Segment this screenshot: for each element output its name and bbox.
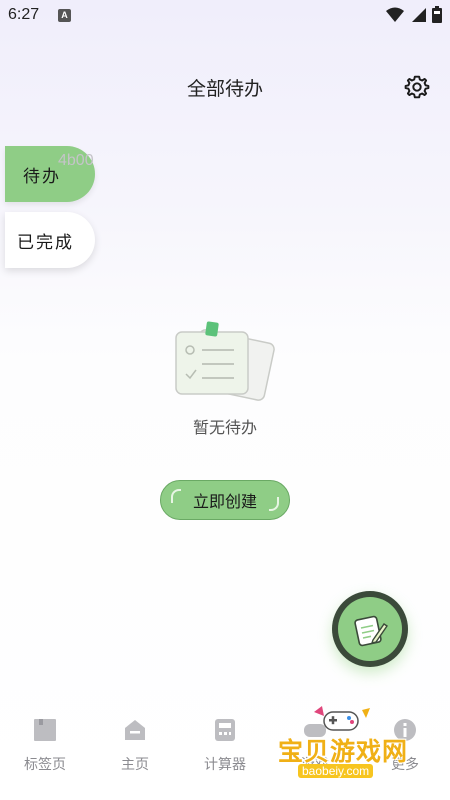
gamepad-icon xyxy=(314,706,370,731)
empty-notes-illustration xyxy=(172,320,278,410)
settings-button[interactable] xyxy=(404,74,430,100)
tag-page-icon xyxy=(34,719,56,741)
note-edit-icon xyxy=(354,615,388,647)
nav-item-home[interactable]: 主页 xyxy=(100,718,170,774)
tab-pending-label: 待办 xyxy=(23,166,61,187)
nav-label: 标签页 xyxy=(24,757,66,773)
nav-item-calculator[interactable]: 计算器 xyxy=(190,718,260,774)
status-icons xyxy=(386,6,442,23)
calculator-icon xyxy=(215,719,235,741)
battery-icon xyxy=(432,6,442,23)
nav-item-tag-page[interactable]: 标签页 xyxy=(10,718,80,774)
tab-completed-label: 已完成 xyxy=(17,232,74,253)
tab-completed[interactable]: 已完成 xyxy=(5,212,95,268)
wifi-icon xyxy=(386,7,404,22)
status-time: 6:27 xyxy=(8,6,40,23)
nav-label: 主页 xyxy=(121,757,149,773)
status-bar: 6:27 A xyxy=(0,0,450,32)
create-now-button[interactable]: 立即创建 xyxy=(160,480,290,520)
signal-icon xyxy=(412,7,426,22)
gear-icon xyxy=(404,75,430,99)
watermark-text: 宝贝游戏网 xyxy=(278,737,409,766)
page-title: 全部待办 xyxy=(186,78,263,100)
watermark-url: baobeiy.com xyxy=(298,764,374,778)
watermark-logo: 宝贝游戏网 baobeiy.com xyxy=(272,704,422,784)
fab-inner xyxy=(338,597,402,661)
button-decoration-left xyxy=(171,489,181,503)
home-icon xyxy=(125,720,145,740)
button-decoration-right xyxy=(269,497,279,511)
empty-state-message: 暂无待办 xyxy=(192,418,257,437)
debug-overlay-text: 4b00 xyxy=(58,152,94,169)
create-now-label: 立即创建 xyxy=(192,492,257,511)
add-todo-fab[interactable] xyxy=(332,591,408,667)
nav-label: 计算器 xyxy=(204,757,246,773)
notification-a-icon: A xyxy=(58,9,71,22)
